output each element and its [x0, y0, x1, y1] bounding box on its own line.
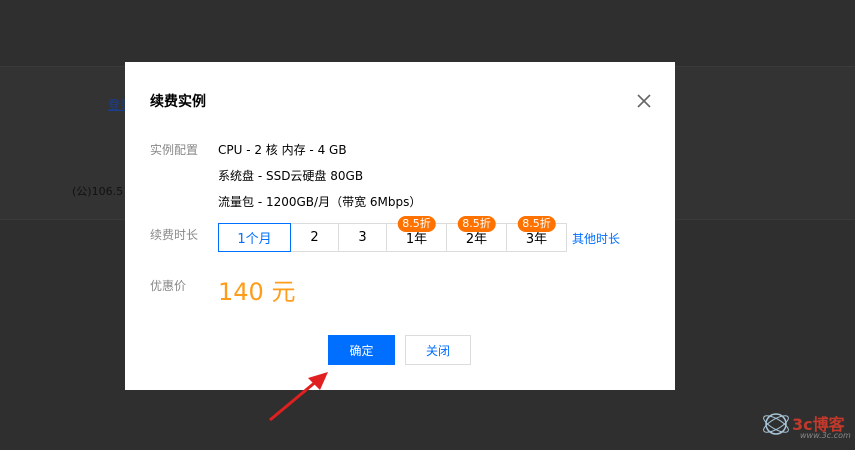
- discount-badge: 8.5折: [397, 216, 436, 232]
- duration-label: 续费时长: [150, 228, 199, 242]
- close-icon[interactable]: [634, 91, 654, 111]
- renew-instance-dialog: 续费实例 实例配置 CPU - 2 核 内存 - 4 GB 系统盘 - SSD云…: [125, 62, 675, 390]
- close-button[interactable]: 关闭: [405, 335, 471, 365]
- watermark-subtext: www.3c.com: [800, 431, 851, 440]
- duration-tab-label: 3: [358, 230, 367, 245]
- config-label: 实例配置: [150, 143, 199, 157]
- other-duration-link[interactable]: 其他时长: [572, 230, 620, 247]
- discount-badge: 8.5折: [457, 216, 496, 232]
- config-cpu-memory: CPU - 2 核 内存 - 4 GB: [218, 143, 347, 157]
- duration-tab-label: 2: [310, 230, 319, 245]
- config-traffic-package: 流量包 - 1200GB/月（带宽 6Mbps）: [218, 195, 422, 209]
- duration-tab-1-year[interactable]: 8.5折 1年: [386, 216, 447, 252]
- duration-tab-2[interactable]: 2: [290, 223, 339, 252]
- duration-tab-1-month[interactable]: 1个月: [218, 223, 291, 252]
- background-ip-text: (公)106.5: [72, 185, 124, 198]
- discount-badge: 8.5折: [517, 216, 556, 232]
- duration-tab-label: 1个月: [237, 232, 272, 247]
- duration-tab-3-year[interactable]: 8.5折 3年: [506, 216, 567, 252]
- config-system-disk: 系统盘 - SSD云硬盘 80GB: [218, 169, 364, 183]
- confirm-button[interactable]: 确定: [328, 335, 395, 365]
- duration-tab-2-year[interactable]: 8.5折 2年: [446, 216, 507, 252]
- annotation-arrow-icon: [269, 372, 328, 422]
- price-value: 140 元: [218, 278, 296, 306]
- dialog-title: 续费实例: [150, 94, 206, 110]
- duration-tab-3[interactable]: 3: [338, 223, 387, 252]
- price-label: 优惠价: [150, 279, 187, 293]
